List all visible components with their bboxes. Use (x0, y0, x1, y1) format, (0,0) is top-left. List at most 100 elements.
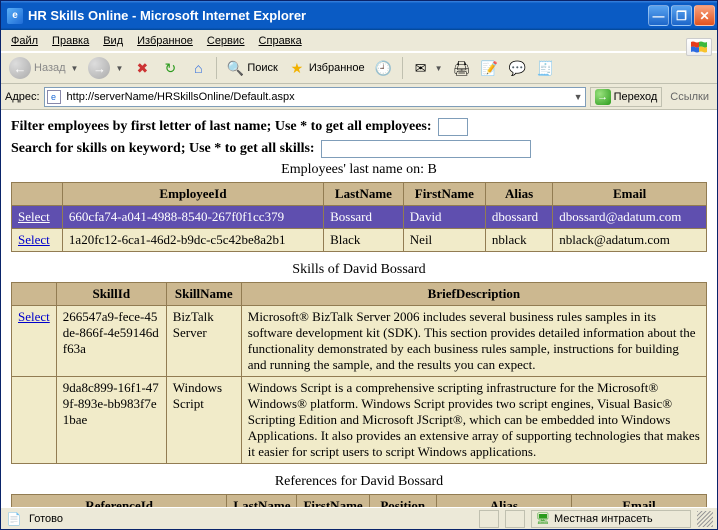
history-icon: 🕘 (375, 59, 393, 77)
stop-button[interactable]: ✖ (129, 56, 155, 80)
separator (402, 57, 403, 79)
cell-skillid: 266547a9-fece-45de-866f-4e59146df63a (56, 306, 166, 377)
menu-view[interactable]: Вид (97, 33, 129, 49)
app-window: e HR Skills Online - Microsoft Internet … (0, 0, 718, 530)
search-button[interactable]: 🔍Поиск (222, 56, 281, 80)
history-button[interactable]: 🕘 (371, 56, 397, 80)
status-zone-pane: 🖥 Местная интрасеть (531, 510, 691, 528)
forward-button[interactable]: →▼ (84, 56, 127, 80)
references-table: ReferenceId LastName FirstName Position … (11, 494, 707, 507)
cell-employeeid: 660cfa74-a041-4988-8540-267f0f1cc379 (62, 206, 323, 229)
cell-skillid: 9da8c899-16f1-479f-893e-bb983f7e1bae (56, 377, 166, 464)
col-refid: ReferenceId (12, 495, 227, 508)
col-select (12, 183, 63, 206)
menu-file[interactable]: Файл (5, 33, 44, 49)
throbber-flag-icon (684, 32, 714, 62)
skills-table: SkillId SkillName BriefDescription Selec… (11, 282, 707, 464)
col-email: Email (571, 495, 706, 508)
col-email: Email (553, 183, 707, 206)
menu-help[interactable]: Справка (253, 33, 308, 49)
go-arrow-icon: → (595, 89, 611, 105)
cell-desc: Windows Script is a comprehensive script… (241, 377, 706, 464)
toolbar: ← Назад▼ →▼ ✖ ↻ ⌂ 🔍Поиск ★Избранное 🕘 ✉▼… (1, 52, 717, 84)
col-desc: BriefDescription (241, 283, 706, 306)
status-ready: Готово (29, 513, 473, 525)
table-row: Select 266547a9-fece-45de-866f-4e59146df6… (12, 306, 707, 377)
print-icon: 🖨 (453, 59, 471, 77)
maximize-button[interactable]: ❐ (671, 5, 692, 26)
table-row: Select 1a20fc12-6ca1-46d2-b9dc-c5c42be8a2… (12, 229, 707, 252)
window-title: HR Skills Online - Microsoft Internet Ex… (28, 8, 648, 23)
col-alias: Alias (436, 495, 571, 508)
col-employeeid: EmployeeId (62, 183, 323, 206)
research-button[interactable]: 🧾 (533, 56, 559, 80)
go-button[interactable]: → Переход (590, 87, 663, 107)
favorites-label: Избранное (309, 62, 365, 74)
address-input[interactable] (65, 90, 568, 104)
menu-favorites[interactable]: Избранное (131, 33, 199, 49)
mail-icon: ✉ (412, 59, 430, 77)
star-icon: ★ (288, 59, 306, 77)
home-button[interactable]: ⌂ (185, 56, 211, 80)
status-pane (479, 510, 499, 528)
select-link[interactable]: Select (18, 209, 50, 224)
page-content: Filter employees by first letter of last… (1, 110, 717, 507)
edit-button[interactable]: 📝 (477, 56, 503, 80)
menu-edit[interactable]: Правка (46, 33, 95, 49)
edit-icon: 📝 (481, 59, 499, 77)
employees-table: EmployeeId LastName FirstName Alias Emai… (11, 182, 707, 252)
col-firstname: FirstName (297, 495, 369, 508)
filter-skills-label: Search for skills on keyword; Use * to g… (11, 141, 315, 157)
filter-skills-input[interactable] (321, 140, 531, 158)
links-button[interactable]: Ссылки (666, 91, 713, 103)
employees-caption: Employees' last name on: B (11, 162, 707, 178)
cell-email: dbossard@adatum.com (553, 206, 707, 229)
back-button[interactable]: ← Назад▼ (5, 56, 82, 80)
cell-firstname: David (403, 206, 485, 229)
mail-button[interactable]: ✉▼ (408, 56, 447, 80)
select-cell: Select (12, 306, 57, 377)
cell-skillname: Windows Script (166, 377, 241, 464)
cell-lastname: Black (324, 229, 404, 252)
filter-lastname-input[interactable] (438, 118, 468, 136)
col-position: Position (369, 495, 436, 508)
filter-lastname-label: Filter employees by first letter of last… (11, 119, 432, 135)
stop-icon: ✖ (133, 59, 151, 77)
favorites-button[interactable]: ★Избранное (284, 56, 369, 80)
discuss-button[interactable]: 💬 (505, 56, 531, 80)
print-button[interactable]: 🖨 (449, 56, 475, 80)
refresh-button[interactable]: ↻ (157, 56, 183, 80)
references-caption: References for David Bossard (11, 474, 707, 490)
table-row: Select 660cfa74-a041-4988-8540-267f0f1cc3… (12, 206, 707, 229)
minimize-button[interactable]: — (648, 5, 669, 26)
cell-firstname: Neil (403, 229, 485, 252)
select-cell: Select (12, 229, 63, 252)
col-alias: Alias (485, 183, 552, 206)
refresh-icon: ↻ (161, 59, 179, 77)
select-link[interactable]: Select (18, 232, 50, 247)
intranet-icon: 🖥 (536, 512, 550, 525)
search-icon: 🔍 (226, 59, 244, 77)
status-pane (505, 510, 525, 528)
col-skillid: SkillId (56, 283, 166, 306)
resize-grip-icon[interactable] (697, 511, 713, 527)
col-select (12, 283, 57, 306)
select-link[interactable]: Select (18, 309, 50, 324)
page-icon: e (47, 90, 61, 104)
address-dropdown-icon[interactable]: ▼ (574, 92, 583, 102)
close-button[interactable]: ✕ (694, 5, 715, 26)
page-icon: 📄 (5, 510, 23, 528)
address-box: e ▼ (44, 87, 586, 107)
address-label: Адрес: (5, 91, 40, 103)
cell-desc: Microsoft® BizTalk Server 2006 includes … (241, 306, 706, 377)
col-lastname: LastName (324, 183, 404, 206)
cell-alias: dbossard (485, 206, 552, 229)
home-icon: ⌂ (189, 59, 207, 77)
separator (216, 57, 217, 79)
select-cell: Select (12, 206, 63, 229)
menu-tools[interactable]: Сервис (201, 33, 251, 49)
select-cell (12, 377, 57, 464)
search-label: Поиск (247, 62, 277, 74)
col-lastname: LastName (227, 495, 297, 508)
cell-employeeid: 1a20fc12-6ca1-46d2-b9dc-c5c42be8a2b1 (62, 229, 323, 252)
